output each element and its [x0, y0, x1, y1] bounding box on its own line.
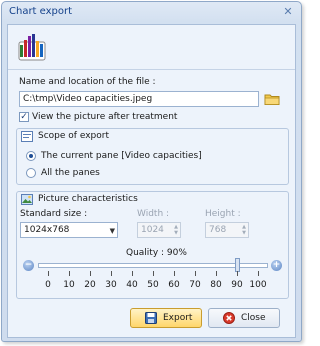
- picture-title: Picture characteristics: [38, 194, 138, 204]
- width-label: Width :: [137, 209, 170, 219]
- standard-size-label: Standard size :: [20, 209, 88, 219]
- chart-export-logo-icon: [18, 34, 46, 61]
- scope-icon: [21, 131, 33, 142]
- quality-label: Quality : 90%: [126, 248, 187, 258]
- save-disk-icon: [145, 312, 157, 324]
- chart-export-dialog: Chart export ✕ Name and location of the …: [1, 1, 302, 342]
- quality-tick: [237, 271, 238, 276]
- quality-tick: [174, 271, 175, 276]
- close-window-icon[interactable]: ✕: [281, 6, 295, 18]
- radio-current-pane-label: The current pane [Video capacities]: [41, 151, 202, 161]
- quality-tick: [111, 271, 112, 276]
- close-button[interactable]: Close: [208, 308, 280, 328]
- quality-tick: [153, 271, 154, 276]
- height-label: Height :: [205, 209, 241, 219]
- quality-tick-label: 20: [84, 280, 96, 290]
- radio-all-panes[interactable]: [26, 168, 36, 178]
- export-button[interactable]: Export: [130, 308, 202, 328]
- quality-tick: [216, 271, 217, 276]
- radio-all-panes-label: All the panes: [41, 168, 100, 178]
- quality-tick-label: 50: [147, 280, 159, 290]
- spin-down-icon: ▼: [242, 230, 246, 236]
- standard-size-value: 1024x768: [24, 225, 70, 235]
- quality-slider-thumb[interactable]: [235, 258, 240, 272]
- quality-tick-label: 70: [189, 280, 201, 290]
- title-bar[interactable]: Chart export ✕: [2, 2, 301, 22]
- view-after-label: View the picture after treatment: [32, 112, 178, 122]
- width-field: 1024 ▲ ▼: [137, 222, 181, 238]
- quality-increase-button[interactable]: +: [271, 260, 282, 271]
- quality-decrease-button[interactable]: −: [23, 260, 34, 271]
- quality-tick-label: 60: [168, 280, 180, 290]
- quality-tick-label: 100: [249, 280, 267, 290]
- height-value: 768: [209, 225, 227, 235]
- quality-tick-label: 10: [63, 280, 75, 290]
- height-field: 768 ▲ ▼: [205, 222, 249, 238]
- dialog-body: Name and location of the file : C:\tmp\V…: [7, 24, 296, 338]
- radio-current-pane[interactable]: [26, 151, 36, 161]
- quality-tick: [258, 271, 259, 276]
- quality-tick: [90, 271, 91, 276]
- chevron-down-icon[interactable]: ▼: [110, 225, 115, 237]
- header-separator: [8, 69, 295, 70]
- quality-tick-label: 40: [126, 280, 138, 290]
- standard-size-select[interactable]: 1024x768 ▼: [20, 222, 118, 238]
- quality-tick-label: 90: [231, 280, 243, 290]
- export-label: Export: [163, 313, 193, 323]
- view-after-checkbox[interactable]: ✓: [19, 112, 29, 122]
- quality-tick-label: 0: [45, 280, 51, 290]
- window-title: Chart export: [9, 6, 73, 17]
- quality-tick: [69, 271, 70, 276]
- quality-tick: [48, 271, 49, 276]
- close-icon: [223, 312, 235, 324]
- quality-tick-label: 30: [105, 280, 117, 290]
- file-path-input[interactable]: C:\tmp\Video capacities.jpeg: [19, 91, 259, 107]
- quality-tick: [132, 271, 133, 276]
- quality-slider-track[interactable]: [38, 263, 268, 268]
- spin-down-icon: ▼: [174, 230, 178, 236]
- scope-title: Scope of export: [38, 131, 109, 141]
- browse-folder-icon[interactable]: [263, 91, 281, 107]
- quality-tick-label: 80: [210, 280, 222, 290]
- picture-icon: [21, 194, 33, 205]
- quality-ticks: [38, 271, 268, 277]
- close-label: Close: [241, 313, 266, 323]
- width-value: 1024: [141, 225, 164, 235]
- quality-tick: [195, 271, 196, 276]
- file-location-label: Name and location of the file :: [19, 77, 156, 87]
